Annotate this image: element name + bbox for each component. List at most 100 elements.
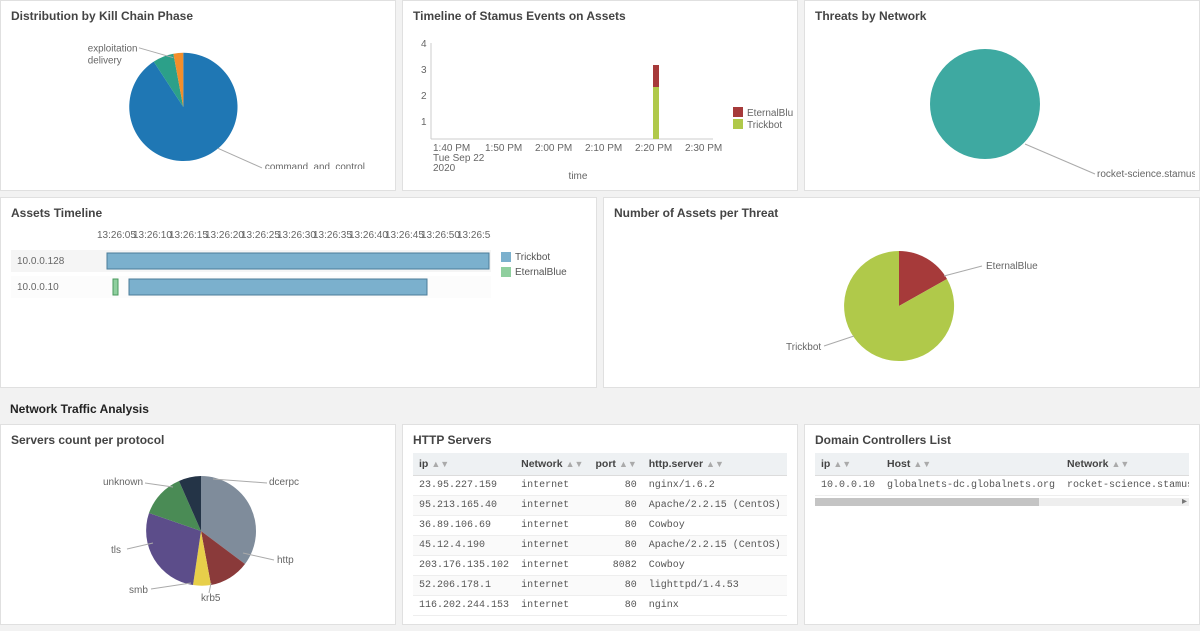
asset-row-label: 10.0.0.10 [17,282,59,293]
http-servers-table[interactable]: ip▲▼ Network▲▼ port▲▼ http.server▲▼ 23.9… [413,453,787,616]
table-cell: lighttpd/1.4.53 [643,576,787,596]
table-cell: internet [515,596,589,616]
label-trickbot: Trickbot [786,342,821,353]
slice-rocket-science[interactable] [930,49,1040,159]
table-row[interactable]: 45.12.4.190internet80Apache/2.2.15 (Cent… [413,536,787,556]
panel-title: HTTP Servers [413,433,787,447]
assets-timeline-legend: Trickbot EternalBlue [501,252,567,346]
table-cell: Apache/2.2.15 (CentOS) [643,536,787,556]
panel-title: Threats by Network [815,9,1189,23]
svg-text:1: 1 [421,117,427,128]
legend-trickbot: Trickbot [515,252,550,263]
sort-icon[interactable]: ▲▼ [566,459,584,469]
timeline-chart[interactable]: 4 3 2 1 1:40 PM Tue Sep 22 2020 1:50 PM … [413,29,793,179]
table-cell: 52.206.178.1 [413,576,515,596]
label-eternalblue: EternalBlue [986,261,1038,272]
sort-icon[interactable]: ▲▼ [706,459,724,469]
svg-text:_time: _time [562,171,588,179]
svg-text:1:50 PM: 1:50 PM [485,143,522,154]
table-cell: internet [515,516,589,536]
panel-kill-chain: Distribution by Kill Chain Phase command… [0,0,396,191]
sort-icon[interactable]: ▲▼ [913,459,931,469]
panel-title: Number of Assets per Threat [614,206,1189,220]
table-row[interactable]: 203.176.135.102internet8082Cowboy [413,556,787,576]
label-cac: command_and_control [265,162,365,169]
legend-eternalblue: EternalBlue [515,267,567,278]
scroll-right-icon[interactable]: ▸ [1182,496,1187,507]
table-cell: 80 [589,496,642,516]
col-ip[interactable]: ip▲▼ [413,453,515,476]
table-cell: Cowboy [643,516,787,536]
col-http-server[interactable]: http.server▲▼ [643,453,787,476]
assets-timeline-chart[interactable]: 13:26:05 13:26:10 13:26:15 13:26:20 13:2… [11,226,491,346]
svg-text:3: 3 [421,65,427,76]
label-unknown: unknown [103,477,143,488]
table-cell: 10.0.0.10 [815,476,881,496]
panel-assets-per-threat: Number of Assets per Threat EternalBlue … [603,197,1200,388]
col-ip[interactable]: ip▲▼ [815,453,881,476]
svg-text:2: 2 [421,91,427,102]
slice-command-and-control[interactable] [129,53,237,161]
horizontal-scrollbar[interactable]: ▸ [815,498,1189,506]
table-cell: 45.12.4.190 [413,536,515,556]
sort-icon[interactable]: ▲▼ [1111,459,1129,469]
panel-title: Assets Timeline [11,206,586,220]
gantt-bar-eternalblue[interactable] [113,279,118,295]
domain-controllers-table[interactable]: ip▲▼ Host▲▼ Network▲▼ first_seen▲▼ last_… [815,453,1189,496]
col-host[interactable]: Host▲▼ [881,453,1061,476]
table-cell: nginx [643,596,787,616]
panel-title: Domain Controllers List [815,433,1189,447]
col-network[interactable]: Network▲▼ [515,453,589,476]
svg-text:13:26:05: 13:26:05 [97,230,136,241]
gantt-bar-trickbot[interactable] [129,279,427,295]
servers-protocol-pie[interactable]: dcerpc http krb5 smb tls unknown [11,453,391,603]
table-cell: 80 [589,516,642,536]
table-cell: 8082 [589,556,642,576]
table-row[interactable]: 10.0.0.10globalnets-dc.globalnets.orgroc… [815,476,1189,496]
panel-timeline-events: Timeline of Stamus Events on Assets 4 3 … [402,0,798,191]
label-delivery: delivery [88,56,122,67]
svg-text:2020: 2020 [433,163,456,174]
table-cell: Cowboy [643,556,787,576]
label-smb: smb [129,585,148,596]
table-cell: 80 [589,476,642,496]
svg-text:13:26:25: 13:26:25 [241,230,280,241]
svg-text:2:20 PM: 2:20 PM [635,143,672,154]
sort-icon[interactable]: ▲▼ [431,459,449,469]
table-cell: 36.89.106.69 [413,516,515,536]
table-cell: internet [515,576,589,596]
panel-threats-network: Threats by Network rocket-science.stamus [804,0,1200,191]
scrollbar-thumb[interactable] [815,498,1039,506]
svg-text:13:26:10: 13:26:10 [133,230,172,241]
table-cell: 203.176.135.102 [413,556,515,576]
gantt-bar-trickbot[interactable] [107,253,489,269]
kill-chain-pie[interactable]: command_and_control delivery exploitatio… [11,29,385,169]
table-row[interactable]: 95.213.165.40internet80Apache/2.2.15 (Ce… [413,496,787,516]
threats-network-pie[interactable]: rocket-science.stamus [815,29,1195,179]
table-cell: 80 [589,596,642,616]
svg-text:13:26:20: 13:26:20 [205,230,244,241]
label-tls: tls [111,545,121,556]
label-http: http [277,555,294,566]
sort-icon[interactable]: ▲▼ [619,459,637,469]
table-cell: nginx/1.6.2 [643,476,787,496]
table-row[interactable]: 52.206.178.1internet80lighttpd/1.4.53 [413,576,787,596]
table-row[interactable]: 116.202.244.153internet80nginx [413,596,787,616]
table-row[interactable]: 23.95.227.159internet80nginx/1.6.2 [413,476,787,496]
sort-icon[interactable]: ▲▼ [833,459,851,469]
col-port[interactable]: port▲▼ [589,453,642,476]
table-cell: internet [515,476,589,496]
table-cell: 80 [589,576,642,596]
svg-text:13:26:40: 13:26:40 [349,230,388,241]
panel-title: Distribution by Kill Chain Phase [11,9,385,23]
assets-per-threat-pie[interactable]: EternalBlue Trickbot [614,226,1174,376]
table-cell: internet [515,536,589,556]
col-network[interactable]: Network▲▼ [1061,453,1189,476]
svg-text:13:26:50: 13:26:50 [421,230,460,241]
table-cell: rocket-science.stamus [1061,476,1189,496]
label-exploitation: exploitation [88,44,138,55]
table-row[interactable]: 36.89.106.69internet80Cowboy [413,516,787,536]
svg-text:2:00 PM: 2:00 PM [535,143,572,154]
table-cell: 116.202.244.153 [413,596,515,616]
svg-text:2:30 PM: 2:30 PM [685,143,722,154]
